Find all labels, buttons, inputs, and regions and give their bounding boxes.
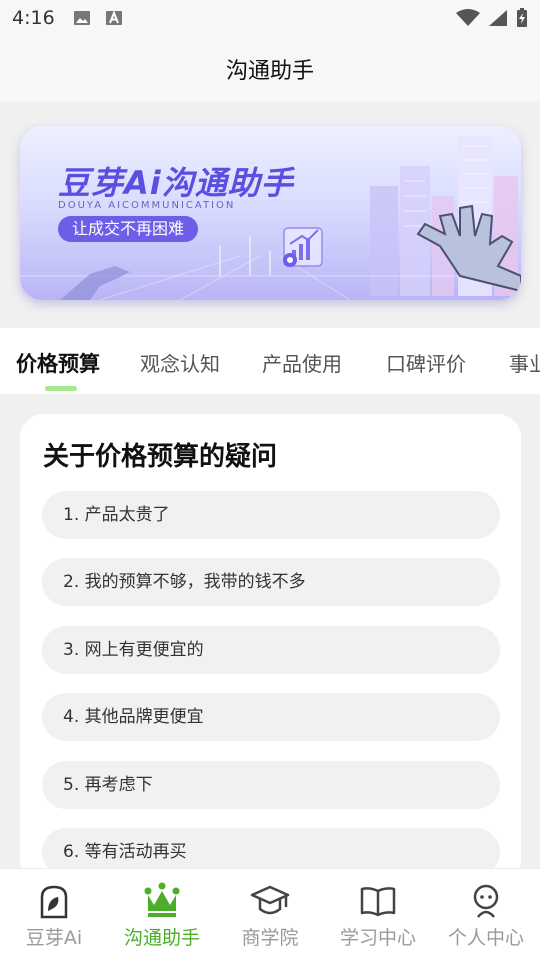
page-title: 沟通助手 (225, 59, 314, 84)
section-title: 关于价格预算的疑问 (43, 442, 278, 472)
category-tabs: 价格预算 观念认知 产品使用 口碑评价 事业 (0, 328, 540, 394)
sprout-icon (40, 885, 68, 919)
banner-section: 豆芽Ai沟通助手 DOUYA AICOMMUNICATION 让成交不再困难 (0, 102, 540, 328)
nav-label: 豆芽Ai (25, 927, 83, 949)
nav-item-learning-center[interactable]: 学习中心 (324, 881, 432, 950)
graduation-cap-icon (250, 885, 290, 915)
tab-indicator (45, 386, 77, 391)
tab-product-usage[interactable]: 产品使用 (262, 348, 342, 377)
banner-subtitle: DOUYA AICOMMUNICATION (58, 200, 236, 211)
person-icon (473, 884, 499, 918)
crown-icon (144, 882, 180, 917)
app-header: 沟通助手 (0, 36, 540, 102)
nav-label: 沟通助手 (123, 927, 200, 949)
question-item[interactable]: 4. 其他品牌更便宜 (42, 693, 500, 741)
banner-title: 豆芽Ai沟通助手 (58, 164, 294, 202)
question-card: 关于价格预算的疑问 1. 产品太贵了 2. 我的预算不够，我带的钱不多 3. 网… (20, 414, 521, 884)
nav-label: 学习中心 (339, 927, 416, 949)
nav-item-profile[interactable]: 个人中心 (432, 881, 540, 950)
tab-career[interactable]: 事业 (509, 348, 540, 377)
nav-item-business-school[interactable]: 商学院 (216, 881, 324, 950)
tab-concept-awareness[interactable]: 观念认知 (140, 348, 220, 377)
battery-icon (517, 8, 527, 27)
banner-tagline: 让成交不再困难 (58, 216, 199, 242)
promo-banner[interactable]: 豆芽Ai沟通助手 DOUYA AICOMMUNICATION 让成交不再困难 (20, 126, 521, 300)
bottom-nav: 豆芽Ai 沟通助手 商学院 学习中心 个人中心 (0, 868, 540, 960)
image-icon (73, 11, 90, 25)
nav-label: 商学院 (241, 927, 299, 949)
nav-item-communication-assistant[interactable]: 沟通助手 (108, 881, 216, 950)
nav-item-douya-ai[interactable]: 豆芽Ai (0, 881, 108, 950)
status-time: 4:16 (12, 7, 55, 29)
wifi-icon (456, 9, 480, 26)
banner-illustration (20, 136, 521, 300)
tab-reputation-review[interactable]: 口碑评价 (386, 348, 466, 377)
question-item[interactable]: 3. 网上有更便宜的 (42, 626, 500, 674)
question-item[interactable]: 2. 我的预算不够，我带的钱不多 (42, 558, 500, 606)
question-item[interactable]: 5. 再考虑下 (42, 761, 500, 809)
question-item[interactable]: 1. 产品太贵了 (42, 491, 500, 539)
font-icon (105, 10, 122, 25)
status-bar: 4:16 (0, 0, 540, 36)
cellular-signal-icon (489, 10, 507, 26)
book-icon (360, 887, 396, 917)
nav-label: 个人中心 (447, 927, 524, 949)
tab-price-budget[interactable]: 价格预算 (16, 348, 100, 378)
